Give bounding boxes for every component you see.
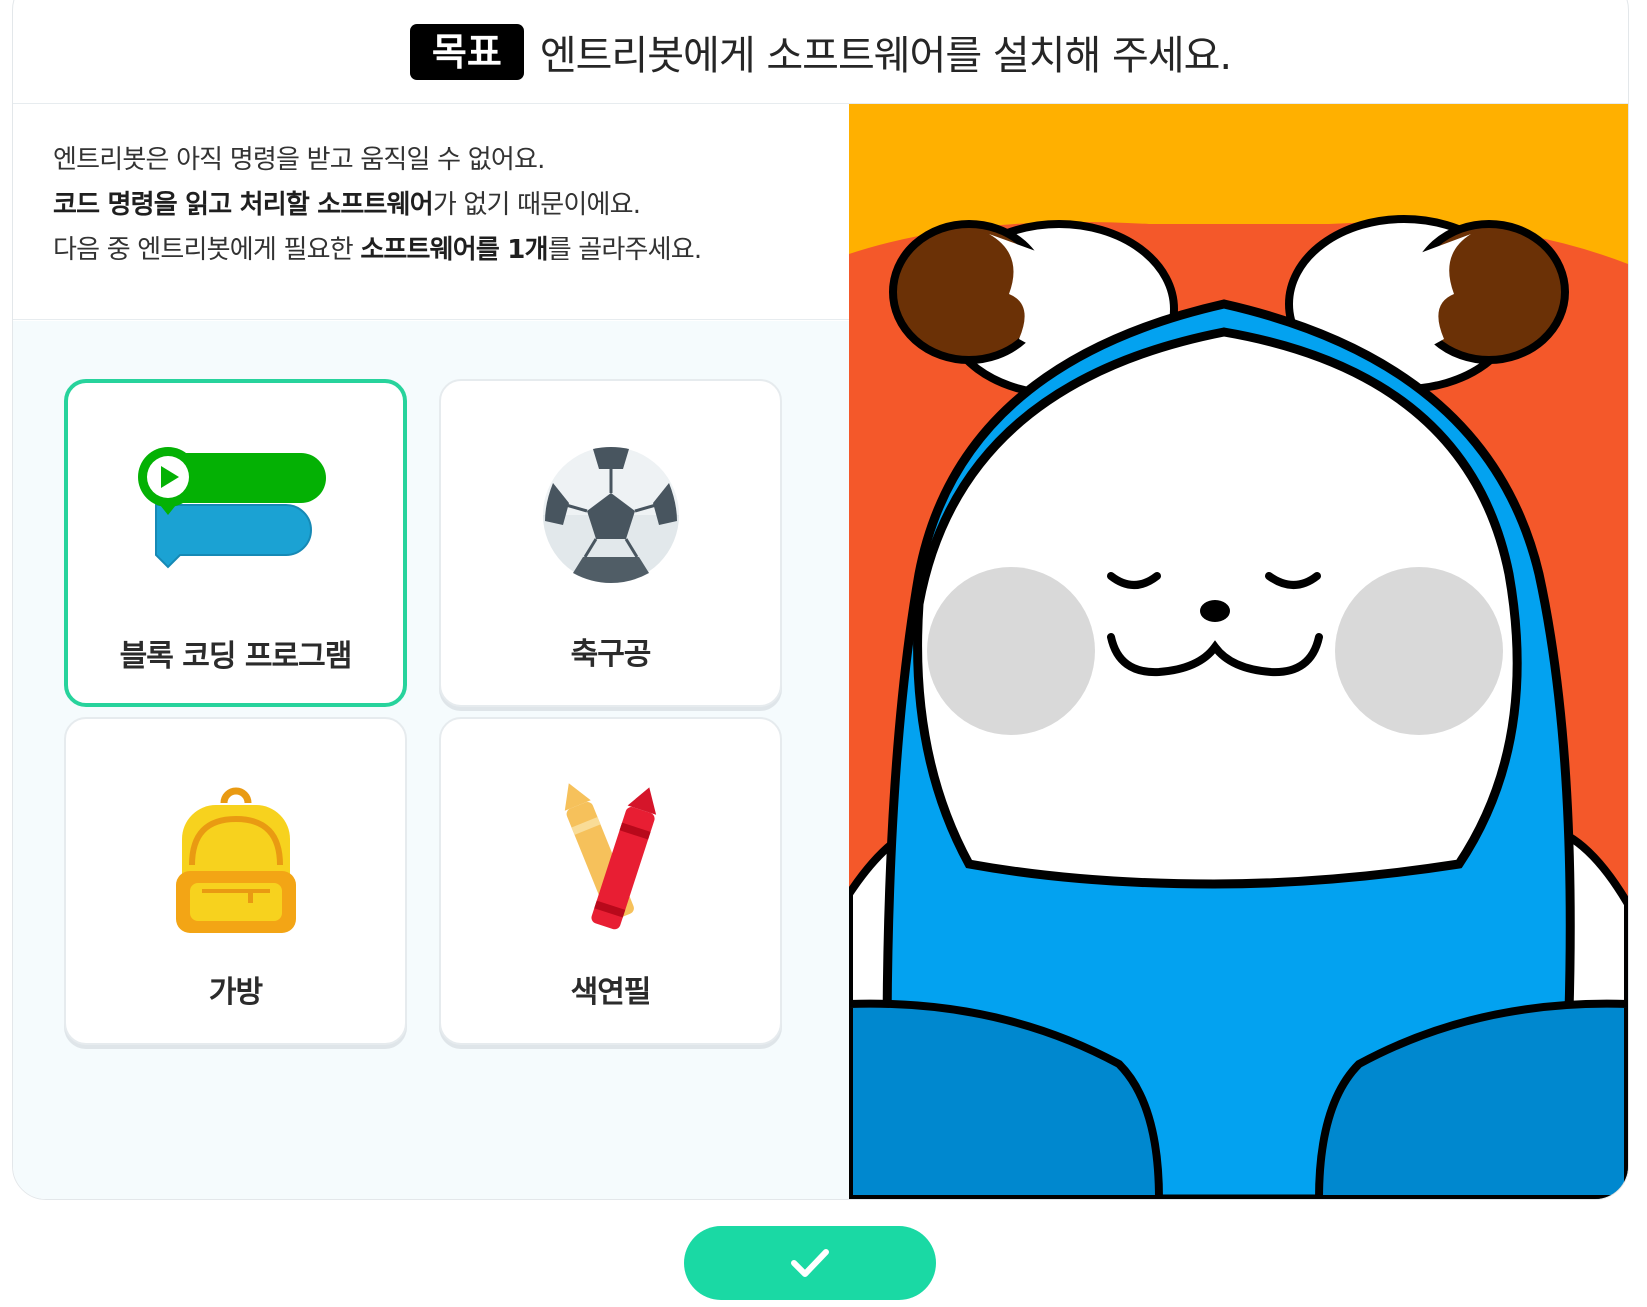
option-crayons[interactable]: 색연필 (439, 717, 782, 1045)
option-label: 색연필 (570, 975, 652, 1010)
question-description: 엔트리봇은 아직 명령을 받고 움직일 수 없어요. 코드 명령을 읽고 처리할… (13, 104, 849, 320)
description-line-3-bold: 소프트웨어를 1개 (360, 235, 548, 265)
quiz-card: 목표 엔트리봇에게 소프트웨어를 설치해 주세요. 엔트리봇은 아직 명령을 받… (12, 0, 1629, 1200)
option-label: 블록 코딩 프로그램 (119, 639, 353, 674)
goal-badge: 목표 (409, 24, 524, 80)
entrybot-illustration (845, 104, 1628, 1199)
description-line-3-pre: 다음 중 엔트리봇에게 필요한 (53, 235, 361, 265)
option-label: 축구공 (570, 637, 652, 672)
description-line-2: 코드 명령을 읽고 처리할 소프트웨어가 없기 때문이에요. (53, 183, 849, 228)
check-icon (791, 1249, 829, 1277)
goal-text: 엔트리봇에게 소프트웨어를 설치해 주세요. (539, 33, 1232, 79)
entrybot-character (845, 104, 1628, 1199)
question-panel: 엔트리봇은 아직 명령을 받고 움직일 수 없어요. 코드 명령을 읽고 처리할… (13, 104, 849, 1199)
confirm-button[interactable] (684, 1226, 936, 1300)
block-coding-icon (137, 447, 326, 569)
goal-bar: 목표 엔트리봇에게 소프트웨어를 설치해 주세요. (13, 1, 1628, 104)
description-line-3: 다음 중 엔트리봇에게 필요한 소프트웨어를 1개를 골라주세요. (53, 228, 849, 273)
description-line-3-post: 를 골라주세요. (547, 235, 702, 265)
backpack-icon (175, 787, 296, 933)
option-block-coding[interactable]: 블록 코딩 프로그램 (64, 379, 407, 707)
option-soccer-ball[interactable]: 축구공 (439, 379, 782, 707)
answer-options: 블록 코딩 프로그램 축구공 가방 색연필 (13, 321, 849, 1199)
option-backpack[interactable]: 가방 (64, 717, 407, 1045)
crayons-icon (564, 783, 656, 930)
description-line-2-bold: 코드 명령을 읽고 처리할 소프트웨어 (53, 190, 434, 220)
option-label: 가방 (208, 975, 263, 1010)
description-line-2-rest: 가 없기 때문이에요. (432, 190, 641, 220)
description-line-1: 엔트리봇은 아직 명령을 받고 움직일 수 없어요. (53, 145, 545, 175)
soccer-ball-icon (542, 447, 679, 583)
